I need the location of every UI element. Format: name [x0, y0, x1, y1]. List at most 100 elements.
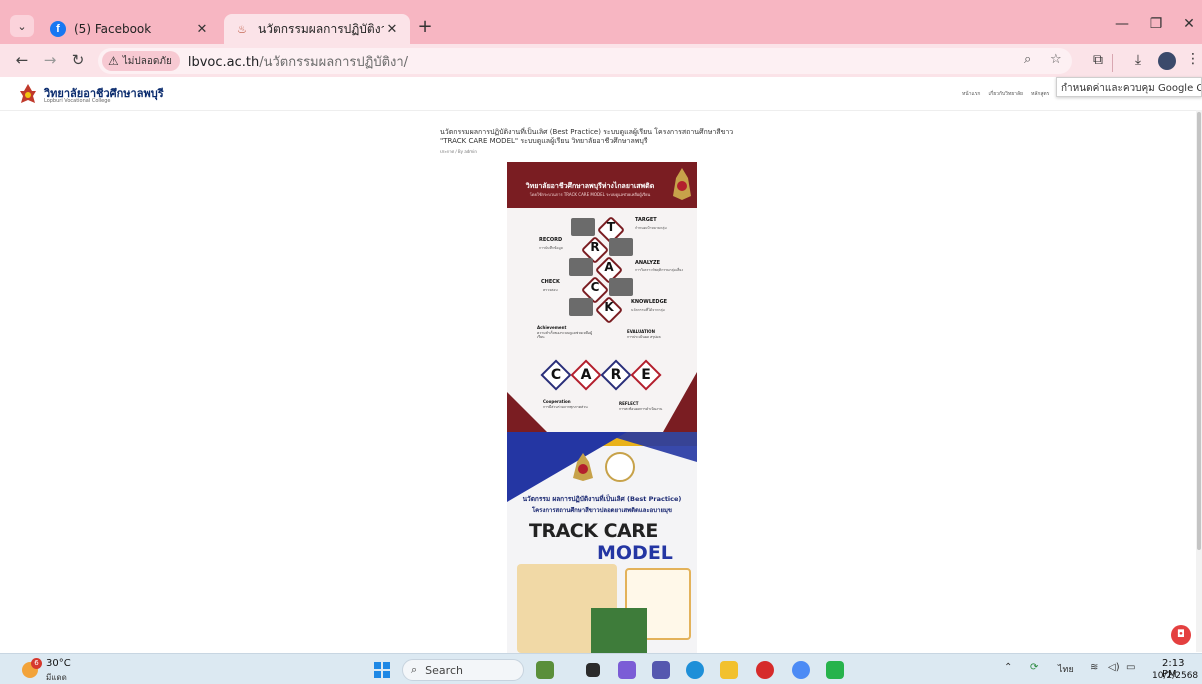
tab-title: (5) Facebook: [74, 22, 152, 36]
battery-icon[interactable]: ▭: [1126, 662, 1135, 673]
chrome-icon[interactable]: [792, 661, 810, 679]
back-button[interactable]: ←: [12, 50, 32, 70]
toolbar-divider: [1112, 54, 1113, 72]
care-label: REFLECT: [619, 401, 639, 406]
address-bar[interactable]: ⚠ ไม่ปลอดภัย lbvoc.ac.th/นวัตกรรมผลการปฏ…: [98, 48, 1072, 74]
edge-icon[interactable]: [686, 661, 704, 679]
nav-item-about[interactable]: เกี่ยวกับวิทยาลัย: [988, 90, 1023, 98]
close-icon[interactable]: ✕: [384, 22, 400, 37]
volume-icon[interactable]: ◁): [1108, 662, 1120, 673]
poster-banner-title: วิทยาลัยอาชีวศึกษาลพบุรีห่างไกลยาเสพติด: [525, 182, 655, 190]
weather-description: มีแดด: [46, 673, 67, 682]
chevron-up-icon[interactable]: ⌃: [1004, 662, 1012, 673]
security-chip[interactable]: ⚠ ไม่ปลอดภัย: [102, 51, 180, 71]
track-label: KNOWLEDGE: [631, 299, 668, 305]
activity-photo: [569, 258, 593, 276]
site-nav: หน้าแรก เกี่ยวกับวิทยาลัย หลักสูตร: [962, 90, 1049, 98]
forward-button[interactable]: →: [40, 50, 60, 70]
poster-subtitle: โครงการสถานศึกษาสีขาวปลอดยาเสพติดและอบาย…: [531, 507, 673, 514]
poster-banner: วิทยาลัยอาชีวศึกษาลพบุรีห่างไกลยาเสพติด …: [507, 162, 697, 208]
site-icon: ♨: [237, 22, 247, 36]
chat-icon: ◘: [1177, 629, 1185, 640]
poster-heading-track-care: TRACK CARE: [529, 520, 658, 542]
care-note: Cooperation การมีส่วนร่วมจากทุกภาคส่วน: [543, 399, 599, 409]
file-explorer-icon[interactable]: [720, 661, 738, 679]
activity-photo: [609, 278, 633, 296]
extensions-icon[interactable]: ⧉: [1088, 52, 1108, 68]
url-host: lbvoc.ac.th: [187, 54, 260, 70]
teams-icon[interactable]: [652, 661, 670, 679]
post-meta: ประกาศ / By admin: [440, 149, 477, 154]
track-label: TARGET: [635, 217, 657, 223]
opera-icon[interactable]: [756, 661, 774, 679]
line-icon[interactable]: [826, 661, 844, 679]
restore-button[interactable]: ❐: [1144, 16, 1168, 32]
track-letter-k: K: [604, 300, 614, 314]
care-label: Cooperation: [543, 399, 571, 404]
care-note: EVALUATION การประเมินผล สรุปผล: [627, 329, 687, 339]
track-desc: กำหนดเป้าหมายกลุ่ม: [635, 226, 667, 230]
track-desc: ตรวจสอบ: [543, 288, 558, 292]
windows-start-icon[interactable]: [374, 662, 390, 678]
taskbar-search[interactable]: ⌕ Search: [402, 659, 524, 681]
tab-title: นวัตกรรมผลการปฏิบัติงานที่เป็นเลิศ |: [258, 21, 384, 36]
url-text[interactable]: lbvoc.ac.th/นวัตกรรมผลการปฏิบัติงา/: [188, 51, 408, 72]
care-letter-e: E: [641, 367, 651, 383]
agency-emblem-icon: [605, 452, 635, 482]
new-tab-button[interactable]: +: [414, 16, 436, 37]
clock-date[interactable]: 10/2/2568: [1152, 671, 1198, 681]
wifi-icon[interactable]: ≋: [1090, 662, 1098, 673]
college-logo-icon[interactable]: [18, 83, 38, 105]
poster-corner-decoration: [663, 372, 697, 432]
widget-app-icon[interactable]: [536, 661, 554, 679]
zoom-icon[interactable]: ⌕: [1024, 52, 1031, 67]
close-window-button[interactable]: ✕: [1177, 16, 1201, 32]
tab-facebook[interactable]: f (5) Facebook ✕: [40, 14, 220, 44]
input-language[interactable]: ไทย: [1058, 662, 1074, 676]
activity-photo: [609, 238, 633, 256]
track-desc: การวิเคราะห์พฤติกรรมกลุ่มเสี่ยง: [635, 268, 684, 272]
tab-strip: ⌄ f (5) Facebook ✕ ♨ นวัตกรรมผลการปฏิบัต…: [0, 0, 1202, 44]
more-menu-icon[interactable]: ⋮: [1186, 51, 1200, 67]
college-seal-icon: [673, 168, 691, 200]
close-icon[interactable]: ✕: [194, 22, 210, 37]
weather-temperature[interactable]: 30°C: [46, 658, 71, 669]
activity-photo: [571, 218, 595, 236]
menu-tooltip: กำหนดค่าและควบคุม Google Chrome: [1056, 77, 1202, 97]
care-letter-r: R: [610, 367, 622, 383]
minimize-button[interactable]: —: [1110, 16, 1134, 32]
care-letter-a: A: [580, 367, 592, 383]
tab-active-page[interactable]: ♨ นวัตกรรมผลการปฏิบัติงานที่เป็นเลิศ | ✕: [224, 14, 410, 44]
nav-item-curriculum[interactable]: หลักสูตร: [1031, 90, 1049, 98]
scrollbar-thumb[interactable]: [1197, 112, 1201, 550]
task-view-icon[interactable]: [586, 663, 600, 677]
security-label: ไม่ปลอดภัย: [122, 55, 172, 67]
copilot-icon[interactable]: [618, 661, 636, 679]
care-label: Achievement: [537, 325, 567, 330]
download-icon[interactable]: ⤓: [1128, 52, 1148, 68]
track-letter-r: R: [590, 240, 600, 254]
care-desc: การประเมินผล สรุปผล: [627, 334, 661, 339]
track-letter-a: A: [604, 260, 614, 274]
site-subname: Lopburi Vocational College: [44, 98, 111, 104]
group-photo: [591, 608, 647, 653]
sync-icon[interactable]: ⟳: [1030, 662, 1038, 673]
activity-photo: [569, 298, 593, 316]
browser-toolbar: ← → ↻ ⚠ ไม่ปลอดภัย lbvoc.ac.th/นวัตกรรมผ…: [0, 44, 1202, 77]
profile-avatar[interactable]: [1158, 52, 1176, 70]
chat-button[interactable]: ◘: [1171, 625, 1191, 645]
poster-title: นวัตกรรม ผลการปฏิบัติงานที่เป็นเลิศ (Bes…: [522, 495, 682, 503]
tab-search-button[interactable]: ⌄: [10, 15, 34, 37]
search-icon: ⌕: [411, 663, 418, 676]
nav-item-home[interactable]: หน้าแรก: [962, 90, 980, 98]
weather-badge: 6: [31, 658, 42, 669]
track-letter-t: T: [606, 220, 616, 234]
windows-taskbar: 6 30°C มีแดด ⌕ Search ⌃ ⟳ ไทย ≋ ◁) ▭ 2:1…: [0, 653, 1202, 684]
bookmark-star-icon[interactable]: ☆: [1050, 52, 1062, 67]
poster-banner-subtitle: โดยใช้กระบวนการ TRACK CARE MODEL ระบบดูแ…: [529, 192, 651, 197]
reload-button[interactable]: ↻: [68, 50, 88, 70]
care-label: EVALUATION: [627, 329, 655, 334]
care-letter-c: C: [550, 367, 562, 383]
track-label: ANALYZE: [635, 260, 660, 266]
track-desc: การบันทึกข้อมูล: [539, 246, 563, 250]
